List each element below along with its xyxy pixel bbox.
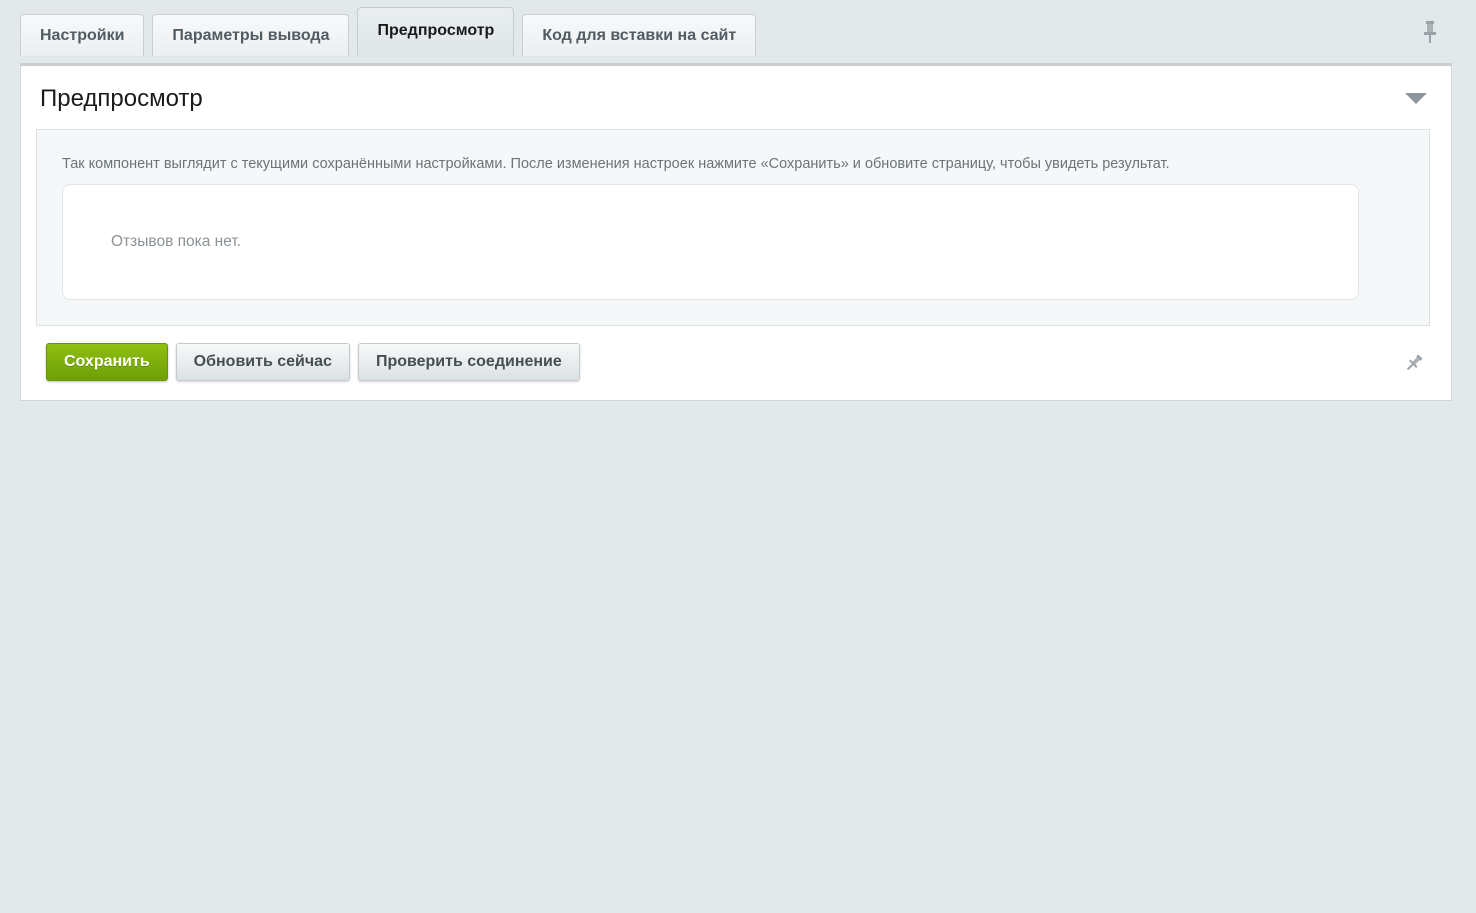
check-connection-button[interactable]: Проверить соединение bbox=[357, 343, 580, 381]
empty-reviews-text: Отзывов пока нет. bbox=[111, 233, 242, 250]
panel-title: Предпросмотр bbox=[40, 85, 203, 112]
tab-output-params[interactable]: Параметры вывода bbox=[152, 14, 350, 56]
tab-preview[interactable]: Предпросмотр bbox=[357, 7, 515, 56]
preview-note: Так компонент выглядит с текущими сохран… bbox=[62, 156, 1170, 172]
chevron-down-icon[interactable] bbox=[1405, 91, 1427, 105]
button-row: Сохранить Обновить сейчас Проверить соед… bbox=[46, 343, 580, 381]
preview-area: Так компонент выглядит с текущими сохран… bbox=[36, 129, 1430, 326]
preview-panel: Предпросмотр Так компонент выглядит с те… bbox=[20, 63, 1452, 401]
pin-icon[interactable] bbox=[1404, 353, 1424, 373]
tab-embed-code[interactable]: Код для вставки на сайт bbox=[522, 14, 757, 56]
pin-icon[interactable] bbox=[1421, 20, 1439, 44]
tab-settings[interactable]: Настройки bbox=[20, 14, 145, 56]
preview-box: Отзывов пока нет. bbox=[62, 184, 1359, 300]
tab-bar: Настройки Параметры вывода Предпросмотр … bbox=[20, 7, 764, 56]
refresh-now-button[interactable]: Обновить сейчас bbox=[175, 343, 350, 381]
save-button[interactable]: Сохранить bbox=[46, 343, 168, 381]
